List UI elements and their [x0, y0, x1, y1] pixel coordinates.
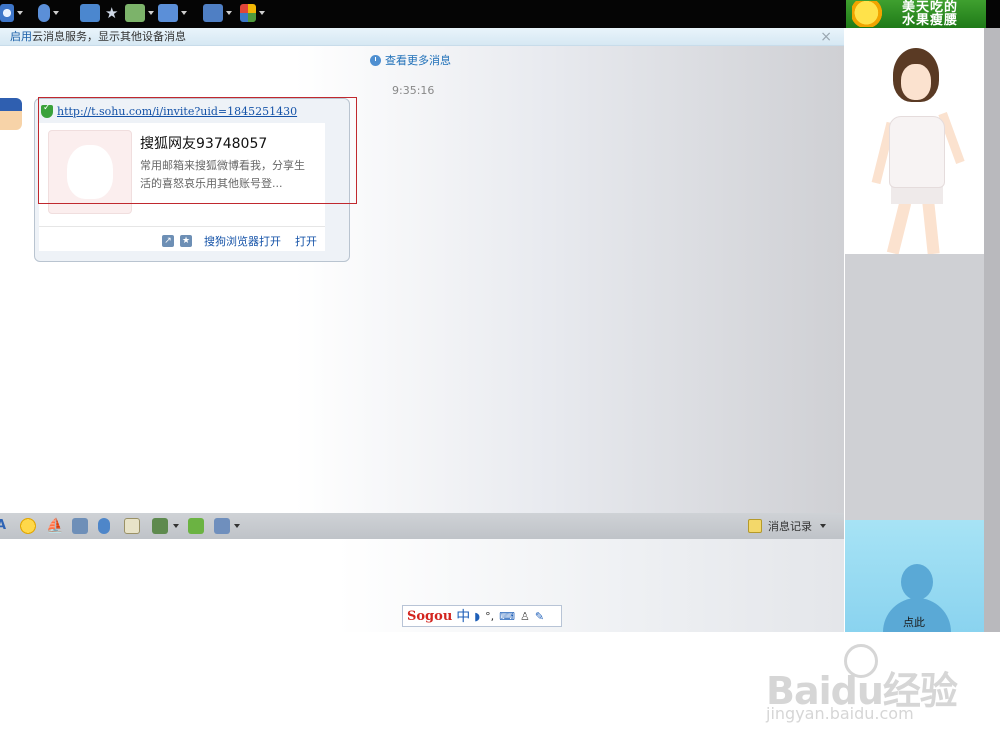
fish-mascot-icon [852, 1, 888, 27]
show-figure-shirt [889, 116, 945, 188]
chevron-down-icon [148, 11, 154, 15]
monitor-icon [158, 4, 178, 22]
keyboard-icon[interactable]: ⌨ [499, 610, 515, 623]
share-screen-button[interactable] [203, 2, 232, 24]
click-here-label: 点此 [903, 616, 925, 629]
moon-icon[interactable]: ◗ [474, 610, 480, 623]
chevron-down-icon [181, 11, 187, 15]
self-show-avatar[interactable]: 点此 [845, 520, 984, 632]
clock-icon [370, 54, 381, 66]
bookmark-icon[interactable]: ★ [180, 235, 192, 247]
folder-icon [80, 4, 100, 22]
transfer-file-button[interactable] [80, 2, 100, 24]
baidu-jingyan-watermark: Baidu经验 jingyan.baidu.com [766, 640, 966, 732]
input-toolbar: A ⛵ 消息记录 [0, 513, 844, 539]
apps-grid-icon [240, 4, 256, 22]
voice-message-icon[interactable] [98, 518, 110, 534]
ime-mode-toggle[interactable]: 中 [456, 606, 470, 626]
avatar-silhouette-head [901, 564, 933, 600]
watermark-url: jingyan.baidu.com [766, 704, 914, 723]
apps-button[interactable] [240, 2, 265, 24]
history-label: 消息记录 [768, 520, 812, 533]
camera-icon [0, 4, 14, 22]
group-icon [125, 4, 145, 22]
contact-avatar[interactable] [0, 98, 22, 130]
open-in-sogou-browser-link[interactable]: 搜狗浏览器打开 [204, 233, 281, 249]
chevron-down-icon [17, 11, 23, 15]
font-icon[interactable]: A [0, 518, 12, 534]
right-panel-background [845, 254, 984, 520]
video-message-icon[interactable] [72, 518, 88, 534]
sogou-logo: Sogou [407, 608, 453, 624]
skin-icon[interactable]: ♙ [520, 610, 530, 623]
screenshot-icon[interactable] [214, 518, 230, 534]
microphone-icon [38, 4, 50, 22]
ad-text-line2: 水果瘦腰 [902, 13, 959, 28]
message-timestamp: 9:35:16 [392, 84, 435, 97]
screen-icon [203, 4, 223, 22]
message-history-button[interactable]: 消息记录 [748, 518, 826, 534]
emoji-icon[interactable] [20, 518, 36, 534]
ad-text: 美天吃的 水果瘦腰 [902, 1, 958, 27]
doodle-icon[interactable] [124, 518, 140, 534]
video-call-button[interactable] [0, 2, 23, 24]
chevron-down-icon [820, 524, 826, 528]
voice-call-button[interactable] [38, 2, 59, 24]
group-chat-button[interactable] [125, 2, 154, 24]
show-figure-leg [886, 201, 912, 255]
topbar-ad-banner[interactable]: 美天吃的 水果瘦腰 [846, 0, 986, 28]
ime-toolbar[interactable]: Sogou 中 ◗ °, ⌨ ♙ ✎ [402, 605, 562, 627]
remote-assist-button[interactable] [158, 2, 187, 24]
preview-divider [39, 226, 325, 227]
star-icon: ★ [105, 4, 119, 22]
notification-text: 云消息服务，显示其他设备消息 [32, 30, 186, 43]
punctuation-toggle[interactable]: °, [485, 610, 494, 623]
chevron-down-icon [259, 11, 265, 15]
shake-icon[interactable]: ⛵ [46, 518, 63, 534]
chevron-down-icon [226, 11, 232, 15]
highlight-annotation-box [38, 97, 357, 204]
more-messages-link[interactable]: 查看更多消息 [370, 52, 451, 68]
chat-window: ★ 美天吃的 水果瘦腰 启用云消息服务，显示其他设备消息 × 查看更多消息 9:… [0, 0, 1000, 750]
image-icon[interactable] [152, 518, 168, 534]
enable-cloud-link[interactable]: 启用 [10, 30, 32, 43]
chat-history[interactable]: 查看更多消息 9:35:16 http://t.sohu.com/i/invit… [0, 46, 844, 513]
wrench-icon[interactable]: ✎ [535, 610, 544, 623]
close-icon[interactable]: × [820, 29, 832, 45]
more-messages-label: 查看更多消息 [385, 54, 451, 67]
favorites-button[interactable]: ★ [105, 2, 125, 24]
top-toolbar: ★ 美天吃的 水果瘦腰 [0, 0, 1000, 28]
open-link[interactable]: 打开 [295, 233, 317, 249]
show-figure-face [901, 64, 931, 100]
show-figure-leg [922, 201, 940, 255]
gift-icon[interactable] [188, 518, 204, 534]
show-figure-shorts [891, 186, 943, 204]
chevron-down-icon[interactable] [173, 524, 179, 528]
chevron-down-icon [53, 11, 59, 15]
cloud-message-notification: 启用云消息服务，显示其他设备消息 × [0, 28, 844, 46]
history-icon [748, 519, 762, 533]
window-edge [984, 28, 1000, 632]
chevron-down-icon[interactable] [234, 524, 240, 528]
contact-show-image[interactable] [845, 30, 984, 255]
preview-actions: ↗ ★ 搜狗浏览器打开 打开 [162, 233, 317, 249]
share-icon[interactable]: ↗ [162, 235, 174, 247]
